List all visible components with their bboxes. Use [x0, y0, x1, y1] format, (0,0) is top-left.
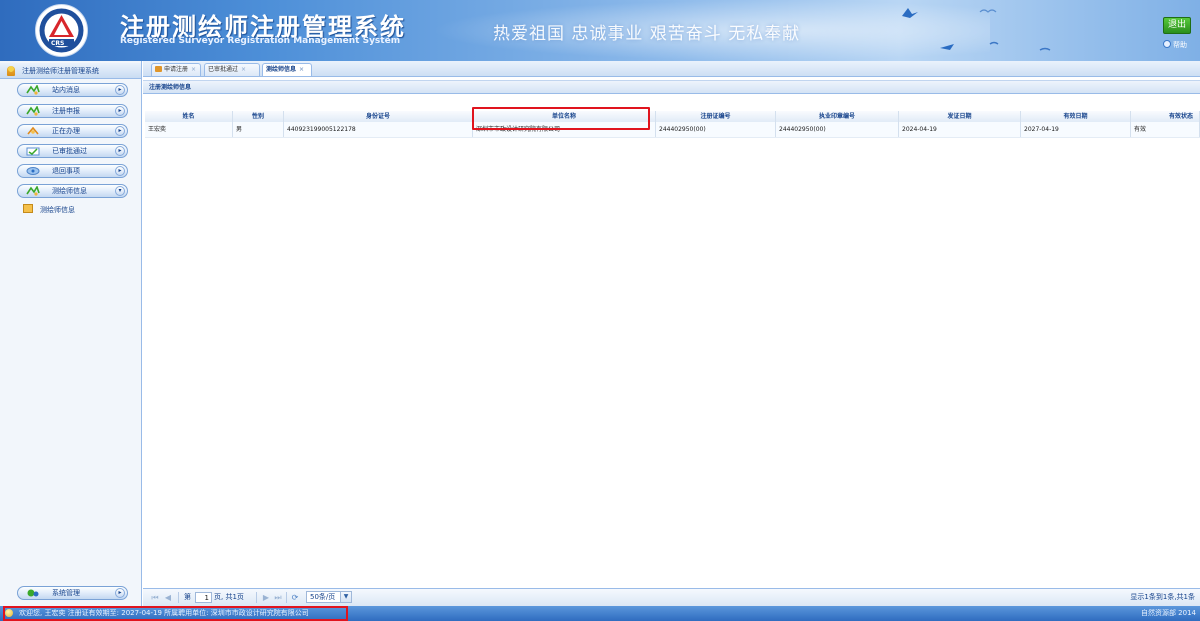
cell-id-number: 440923199005122178 — [284, 122, 473, 137]
close-icon[interactable]: × — [299, 66, 304, 73]
chevron-right-icon: ▸ — [115, 85, 125, 95]
cell-certificate-no: 244402950(00) — [656, 122, 776, 137]
close-icon[interactable]: × — [241, 66, 246, 73]
chevron-down-icon: ▾ — [115, 186, 125, 196]
chevron-right-icon: ▸ — [115, 588, 125, 598]
sidebar-item-registration[interactable]: 注册申报 ▸ — [17, 104, 128, 118]
sidebar-item-label: 系统管理 — [52, 589, 80, 597]
help-label: 帮助 — [1173, 41, 1187, 49]
chevron-right-icon: ▸ — [115, 166, 125, 176]
chevron-right-icon: ▸ — [115, 146, 125, 156]
prev-page-icon[interactable]: ◀ — [164, 593, 172, 602]
column-header-gender[interactable]: 性别 — [233, 111, 284, 122]
app-title-english: Registered Surveyor Registration Managem… — [120, 36, 401, 46]
page-label-prefix: 第 — [184, 593, 191, 601]
sidebar-item-label: 正在办理 — [52, 127, 80, 135]
folder-icon — [23, 204, 33, 213]
app-header: CRS 注册测绘师注册管理系统 Registered Surveyor Regi… — [0, 0, 1200, 61]
pager-divider — [256, 592, 257, 603]
crs-logo-icon — [35, 4, 88, 57]
status-bar: 欢迎您, 王宏奕 注册证有效期至: 2027-04-19 所属聘用单位: 深圳市… — [0, 606, 1200, 621]
column-header-expiry-date[interactable]: 有效日期 — [1021, 111, 1131, 122]
tab-label: 申请注册 — [164, 66, 189, 73]
tab-label: 测绘师信息 — [266, 66, 297, 73]
sidebar-subitem-surveyor-info[interactable]: 测绘师信息 — [20, 204, 130, 216]
sidebar-item-messages[interactable]: 站内消息 ▸ — [17, 83, 128, 97]
chevron-right-icon: ▸ — [115, 126, 125, 136]
cell-expiry-date: 2027-04-19 — [1021, 122, 1131, 137]
help-icon — [1163, 40, 1171, 48]
panel-title: 注册测绘师信息 — [143, 80, 1200, 94]
sidebar-item-label: 站内消息 — [52, 86, 80, 94]
tab-bar: 申请注册 × 已审批通过 × 测绘师信息 × — [143, 61, 1200, 77]
cell-seal-no: 244402950(00) — [776, 122, 899, 137]
processing-icon — [27, 126, 39, 135]
header-slogan: 热爱祖国 忠诚事业 艰苦奋斗 无私奉献 — [493, 24, 801, 44]
tab-approved[interactable]: 已审批通过 × — [204, 63, 260, 76]
chat-icon — [26, 85, 40, 95]
sidebar: 注册测绘师注册管理系统 — [0, 61, 142, 606]
sidebar-item-label: 退回事项 — [52, 167, 80, 175]
tab-label: 已审批通过 — [208, 66, 239, 73]
sidebar-title-label: 注册测绘师注册管理系统 — [22, 67, 99, 75]
column-header-seal-no[interactable]: 执业印章编号 — [776, 111, 899, 122]
column-header-id-number[interactable]: 身份证号 — [284, 111, 473, 122]
sidebar-item-label: 已审批通过 — [52, 147, 87, 155]
chevron-down-icon: ▼ — [340, 592, 351, 602]
approved-icon — [26, 147, 40, 156]
tab-surveyor-info[interactable]: 测绘师信息 × — [262, 63, 312, 76]
logout-button[interactable]: 退出 — [1163, 17, 1191, 34]
pager-divider — [286, 592, 287, 603]
cell-employer: 深圳市市政设计研究院有限公司 — [473, 122, 656, 137]
page-size-value: 50条/页 — [310, 593, 336, 601]
sidebar-item-processing[interactable]: 正在办理 ▸ — [17, 124, 128, 138]
page-size-select[interactable]: 50条/页 ▼ — [306, 591, 352, 603]
refresh-icon[interactable]: ⟳ — [291, 593, 299, 602]
copyright-text: 自然资源部 2014 — [1140, 609, 1196, 617]
column-header-status[interactable]: 有效状态 — [1131, 111, 1200, 122]
user-icon — [7, 66, 15, 76]
user-tab-icon — [155, 66, 162, 72]
table-row[interactable]: 王宏奕 男 440923199005122178 深圳市市政设计研究院有限公司 … — [145, 122, 1200, 138]
cell-gender: 男 — [233, 122, 284, 137]
cell-name: 王宏奕 — [145, 122, 233, 137]
user-status-icon — [5, 609, 13, 617]
column-header-name[interactable]: 姓名 — [145, 111, 233, 122]
chevron-right-icon: ▸ — [115, 106, 125, 116]
column-header-certificate-no[interactable]: 注册证编号 — [656, 111, 776, 122]
logo-text: CRS — [51, 40, 65, 47]
pagination-bar: ⏮ ◀ 第 1 页, 共1页 ▶ ⏭ ⟳ 50条/页 ▼ 显示1条到1条,共1条 — [143, 588, 1200, 606]
next-page-icon[interactable]: ▶ — [262, 593, 270, 602]
sidebar-item-approved[interactable]: 已审批通过 ▸ — [17, 144, 128, 158]
status-text: 欢迎您, 王宏奕 注册证有效期至: 2027-04-19 所属聘用单位: 深圳市… — [19, 609, 309, 617]
form-icon — [26, 106, 40, 116]
tab-apply-registration[interactable]: 申请注册 × — [151, 63, 201, 76]
cell-status: 有效 — [1131, 122, 1200, 137]
cell-issue-date: 2024-04-19 — [899, 122, 1021, 137]
info-icon — [26, 186, 40, 196]
sidebar-item-label: 注册申报 — [52, 107, 80, 115]
sidebar-title: 注册测绘师注册管理系统 — [0, 63, 141, 79]
pager-info: 显示1条到1条,共1条 — [1130, 593, 1195, 601]
pager-divider — [178, 592, 179, 603]
close-icon[interactable]: × — [191, 66, 196, 73]
system-icon — [27, 589, 39, 597]
return-icon — [26, 167, 40, 175]
sidebar-item-returned[interactable]: 退回事项 ▸ — [17, 164, 128, 178]
column-header-employer[interactable]: 单位名称 — [473, 111, 656, 122]
sidebar-item-surveyor-info[interactable]: 测绘师信息 ▾ — [17, 184, 128, 198]
sidebar-item-label: 测绘师信息 — [52, 187, 87, 195]
page-label-suffix: 页, 共1页 — [214, 593, 244, 601]
page-number-input[interactable]: 1 — [195, 592, 212, 603]
first-page-icon[interactable]: ⏮ — [151, 593, 159, 602]
birds-decoration-icon — [902, 8, 1051, 51]
help-link[interactable]: 帮助 — [1163, 40, 1193, 50]
sidebar-subitem-label: 测绘师信息 — [40, 206, 75, 214]
column-header-issue-date[interactable]: 发证日期 — [899, 111, 1021, 122]
last-page-icon[interactable]: ⏭ — [274, 593, 282, 602]
sidebar-item-system-admin[interactable]: 系统管理 ▸ — [17, 586, 128, 600]
